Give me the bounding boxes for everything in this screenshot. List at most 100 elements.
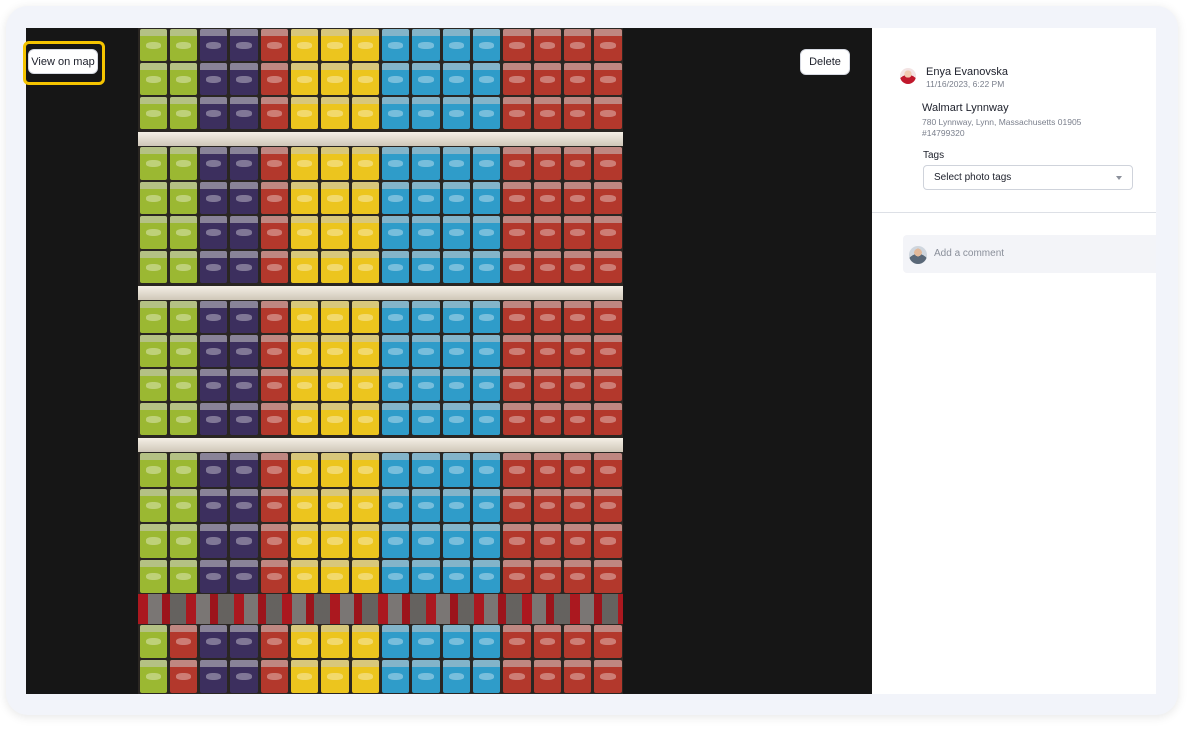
tin bbox=[321, 250, 350, 283]
shelf-row bbox=[138, 452, 623, 594]
tin bbox=[442, 335, 471, 367]
chevron-down-icon bbox=[1116, 176, 1122, 180]
tin bbox=[503, 559, 531, 593]
tin bbox=[563, 403, 592, 435]
tin bbox=[533, 97, 562, 129]
tin bbox=[594, 181, 622, 214]
tin bbox=[169, 660, 198, 693]
tin bbox=[291, 301, 319, 333]
tin bbox=[503, 369, 531, 401]
tin bbox=[594, 147, 622, 180]
store-photo[interactable] bbox=[138, 28, 623, 694]
tin bbox=[442, 660, 471, 693]
tin bbox=[472, 660, 501, 693]
tin bbox=[412, 216, 440, 249]
tin bbox=[321, 216, 350, 249]
tin bbox=[382, 335, 410, 367]
tin bbox=[351, 625, 380, 658]
tin bbox=[230, 488, 259, 522]
view-on-map-button[interactable]: View on map bbox=[28, 49, 98, 74]
tin bbox=[412, 335, 440, 367]
tin bbox=[169, 216, 198, 249]
tin bbox=[594, 250, 622, 283]
tin bbox=[230, 181, 259, 214]
tin bbox=[563, 369, 592, 401]
tin bbox=[442, 453, 471, 487]
tin bbox=[260, 301, 289, 333]
tin bbox=[503, 335, 531, 367]
tin bbox=[200, 660, 228, 693]
tin bbox=[412, 29, 440, 61]
tin bbox=[200, 250, 228, 283]
tin bbox=[230, 216, 259, 249]
tin bbox=[533, 29, 562, 61]
tin bbox=[230, 403, 259, 435]
tin bbox=[533, 524, 562, 558]
tin bbox=[594, 216, 622, 249]
tin bbox=[260, 524, 289, 558]
tin bbox=[503, 216, 531, 249]
tin bbox=[321, 181, 350, 214]
tin bbox=[472, 301, 501, 333]
tin bbox=[139, 216, 168, 249]
tin bbox=[594, 453, 622, 487]
tin bbox=[139, 403, 168, 435]
tags-label: Tags bbox=[923, 150, 945, 161]
tin bbox=[351, 335, 380, 367]
shelf-board bbox=[138, 438, 623, 452]
tin bbox=[563, 559, 592, 593]
tin bbox=[200, 181, 228, 214]
shelf-row bbox=[138, 624, 623, 694]
tin bbox=[472, 147, 501, 180]
tin bbox=[412, 63, 440, 95]
tin bbox=[321, 625, 350, 658]
tin bbox=[291, 625, 319, 658]
delete-button[interactable]: Delete bbox=[800, 49, 850, 75]
tin bbox=[503, 488, 531, 522]
tin bbox=[442, 524, 471, 558]
tin bbox=[472, 250, 501, 283]
shelf-board bbox=[138, 132, 623, 146]
tin bbox=[594, 97, 622, 129]
tin bbox=[351, 524, 380, 558]
tin bbox=[351, 216, 380, 249]
tin bbox=[351, 453, 380, 487]
tin bbox=[382, 453, 410, 487]
tin bbox=[412, 181, 440, 214]
tin bbox=[351, 660, 380, 693]
tin bbox=[200, 403, 228, 435]
tin bbox=[291, 147, 319, 180]
tin bbox=[260, 97, 289, 129]
tin bbox=[230, 625, 259, 658]
tin bbox=[169, 625, 198, 658]
tin bbox=[200, 147, 228, 180]
tin bbox=[351, 250, 380, 283]
tin bbox=[563, 625, 592, 658]
tin bbox=[382, 181, 410, 214]
tin bbox=[594, 63, 622, 95]
tin bbox=[382, 147, 410, 180]
photo-tags-select[interactable]: Select photo tags bbox=[923, 165, 1133, 190]
author-avatar bbox=[900, 68, 916, 84]
tin bbox=[563, 453, 592, 487]
tin bbox=[442, 97, 471, 129]
tin bbox=[442, 147, 471, 180]
tin bbox=[442, 403, 471, 435]
shelf-row bbox=[138, 146, 623, 284]
tin bbox=[472, 181, 501, 214]
tin bbox=[503, 660, 531, 693]
tin bbox=[533, 147, 562, 180]
tin bbox=[503, 97, 531, 129]
tin bbox=[169, 181, 198, 214]
tin bbox=[321, 403, 350, 435]
comment-input[interactable] bbox=[934, 248, 1144, 259]
tin bbox=[200, 63, 228, 95]
tin bbox=[412, 369, 440, 401]
tin bbox=[200, 29, 228, 61]
tin bbox=[472, 216, 501, 249]
tin bbox=[230, 301, 259, 333]
tin bbox=[563, 181, 592, 214]
tin bbox=[442, 250, 471, 283]
tin bbox=[139, 97, 168, 129]
tin bbox=[169, 250, 198, 283]
